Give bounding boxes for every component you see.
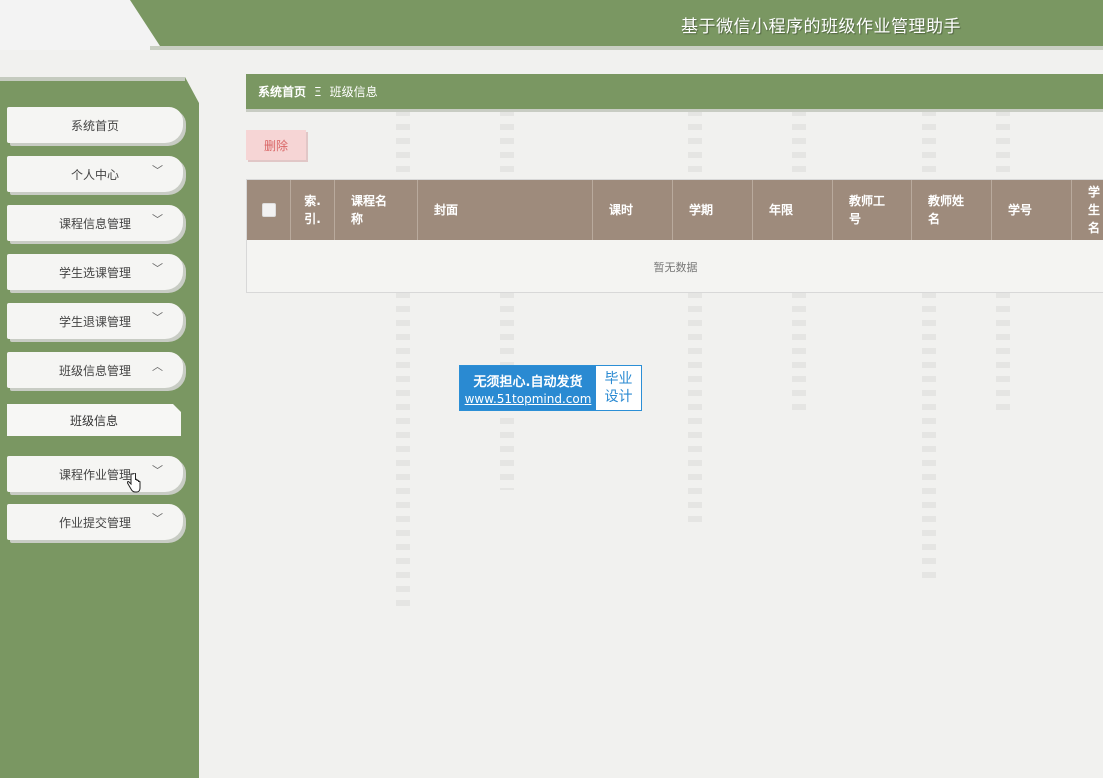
sidebar-item-label: 课程信息管理 (58, 216, 131, 231)
chevron-up-icon: ︿ (152, 360, 163, 373)
table-header: 索. 引. 课程名 称 封面 课时 学期 年限 教师工 号 教师姓 名 学号 学… (247, 180, 1103, 240)
watermark-tag: 毕业 设计 (596, 366, 641, 410)
chevron-down-icon: ﹀ (152, 164, 163, 177)
column-header-semester[interactable]: 学期 (673, 180, 753, 240)
sidebar-item-home[interactable]: 系统首页 (7, 107, 183, 143)
sidebar-item-label: 课程作业管理 (58, 467, 131, 482)
watermark-banner: 无须担心.自动发货 www.51topmind.com 毕业 设计 (459, 365, 642, 411)
breadcrumb-current: 班级信息 (329, 85, 378, 99)
sidebar-item-personal-center[interactable]: 个人中心 ﹀ (7, 156, 183, 192)
column-header-teacher-id[interactable]: 教师工 号 (833, 180, 912, 240)
watermark-tag-line1: 毕业 (604, 371, 633, 387)
sidebar-topline (0, 77, 185, 81)
sidebar-item-label: 作业提交管理 (58, 515, 131, 530)
column-header-class-hours[interactable]: 课时 (593, 180, 673, 240)
bg-decoration (688, 110, 702, 530)
select-all-checkbox[interactable] (261, 203, 276, 217)
column-header-student-name[interactable]: 学生 名 (1072, 180, 1103, 240)
sidebar-item-course-homework[interactable]: 课程作业管理 ﹀ (7, 456, 183, 492)
chevron-down-icon: ﹀ (152, 262, 163, 275)
bg-decoration (500, 110, 514, 490)
sidebar-item-label: 班级信息管理 (58, 363, 131, 378)
column-header-year[interactable]: 年限 (753, 180, 833, 240)
sidebar-item-label: 个人中心 (70, 167, 119, 182)
header-shadow (150, 46, 1103, 50)
sidebar-item-label: 学生退课管理 (58, 314, 131, 329)
app-title: 基于微信小程序的班级作业管理助手 (681, 17, 961, 37)
breadcrumb-home[interactable]: 系统首页 (258, 83, 306, 100)
sidebar-subitem-class-info[interactable]: 班级信息 (7, 404, 181, 436)
column-header-cover[interactable]: 封面 (418, 180, 593, 240)
column-header-teacher-name[interactable]: 教师姓 名 (912, 180, 992, 240)
chevron-down-icon: ﹀ (152, 464, 163, 477)
empty-state-text: 暂无数据 (653, 260, 698, 274)
hand-cursor-icon (127, 473, 141, 493)
sidebar-item-homework-submission[interactable]: 作业提交管理 ﹀ (7, 504, 183, 540)
breadcrumb-separator-icon: Ξ (314, 84, 322, 99)
sidebar-item-class-info[interactable]: 班级信息管理 ︿ (7, 352, 183, 388)
breadcrumb: 系统首页 Ξ 班级信息 (246, 74, 1103, 109)
chevron-down-icon: ﹀ (152, 311, 163, 324)
chevron-down-icon: ﹀ (152, 512, 163, 525)
breadcrumb-underline (246, 109, 1103, 112)
watermark-tag-line2: 设计 (604, 389, 633, 405)
sidebar-item-course-selection[interactable]: 学生选课管理 ﹀ (7, 254, 183, 290)
sidebar-item-course-withdrawal[interactable]: 学生退课管理 ﹀ (7, 303, 183, 339)
sidebar-item-course-info[interactable]: 课程信息管理 ﹀ (7, 205, 183, 241)
column-select (247, 180, 291, 240)
column-header-student-id[interactable]: 学号 (992, 180, 1072, 240)
watermark-left: 无须担心.自动发货 www.51topmind.com (460, 366, 596, 410)
watermark-slogan: 无须担心.自动发货 (473, 374, 583, 390)
sidebar-item-label: 系统首页 (70, 118, 119, 133)
sidebar-item-label: 学生选课管理 (58, 265, 131, 280)
data-table: 索. 引. 课程名 称 封面 课时 学期 年限 教师工 号 教师姓 名 学号 学… (246, 179, 1103, 293)
column-header-index[interactable]: 索. 引. (291, 180, 335, 240)
delete-button[interactable]: 删除 (246, 130, 306, 160)
chevron-down-icon: ﹀ (152, 213, 163, 226)
sidebar-subitem-label: 班级信息 (69, 413, 118, 428)
watermark-url[interactable]: www.51topmind.com (465, 392, 592, 406)
column-header-course-name[interactable]: 课程名 称 (335, 180, 418, 240)
